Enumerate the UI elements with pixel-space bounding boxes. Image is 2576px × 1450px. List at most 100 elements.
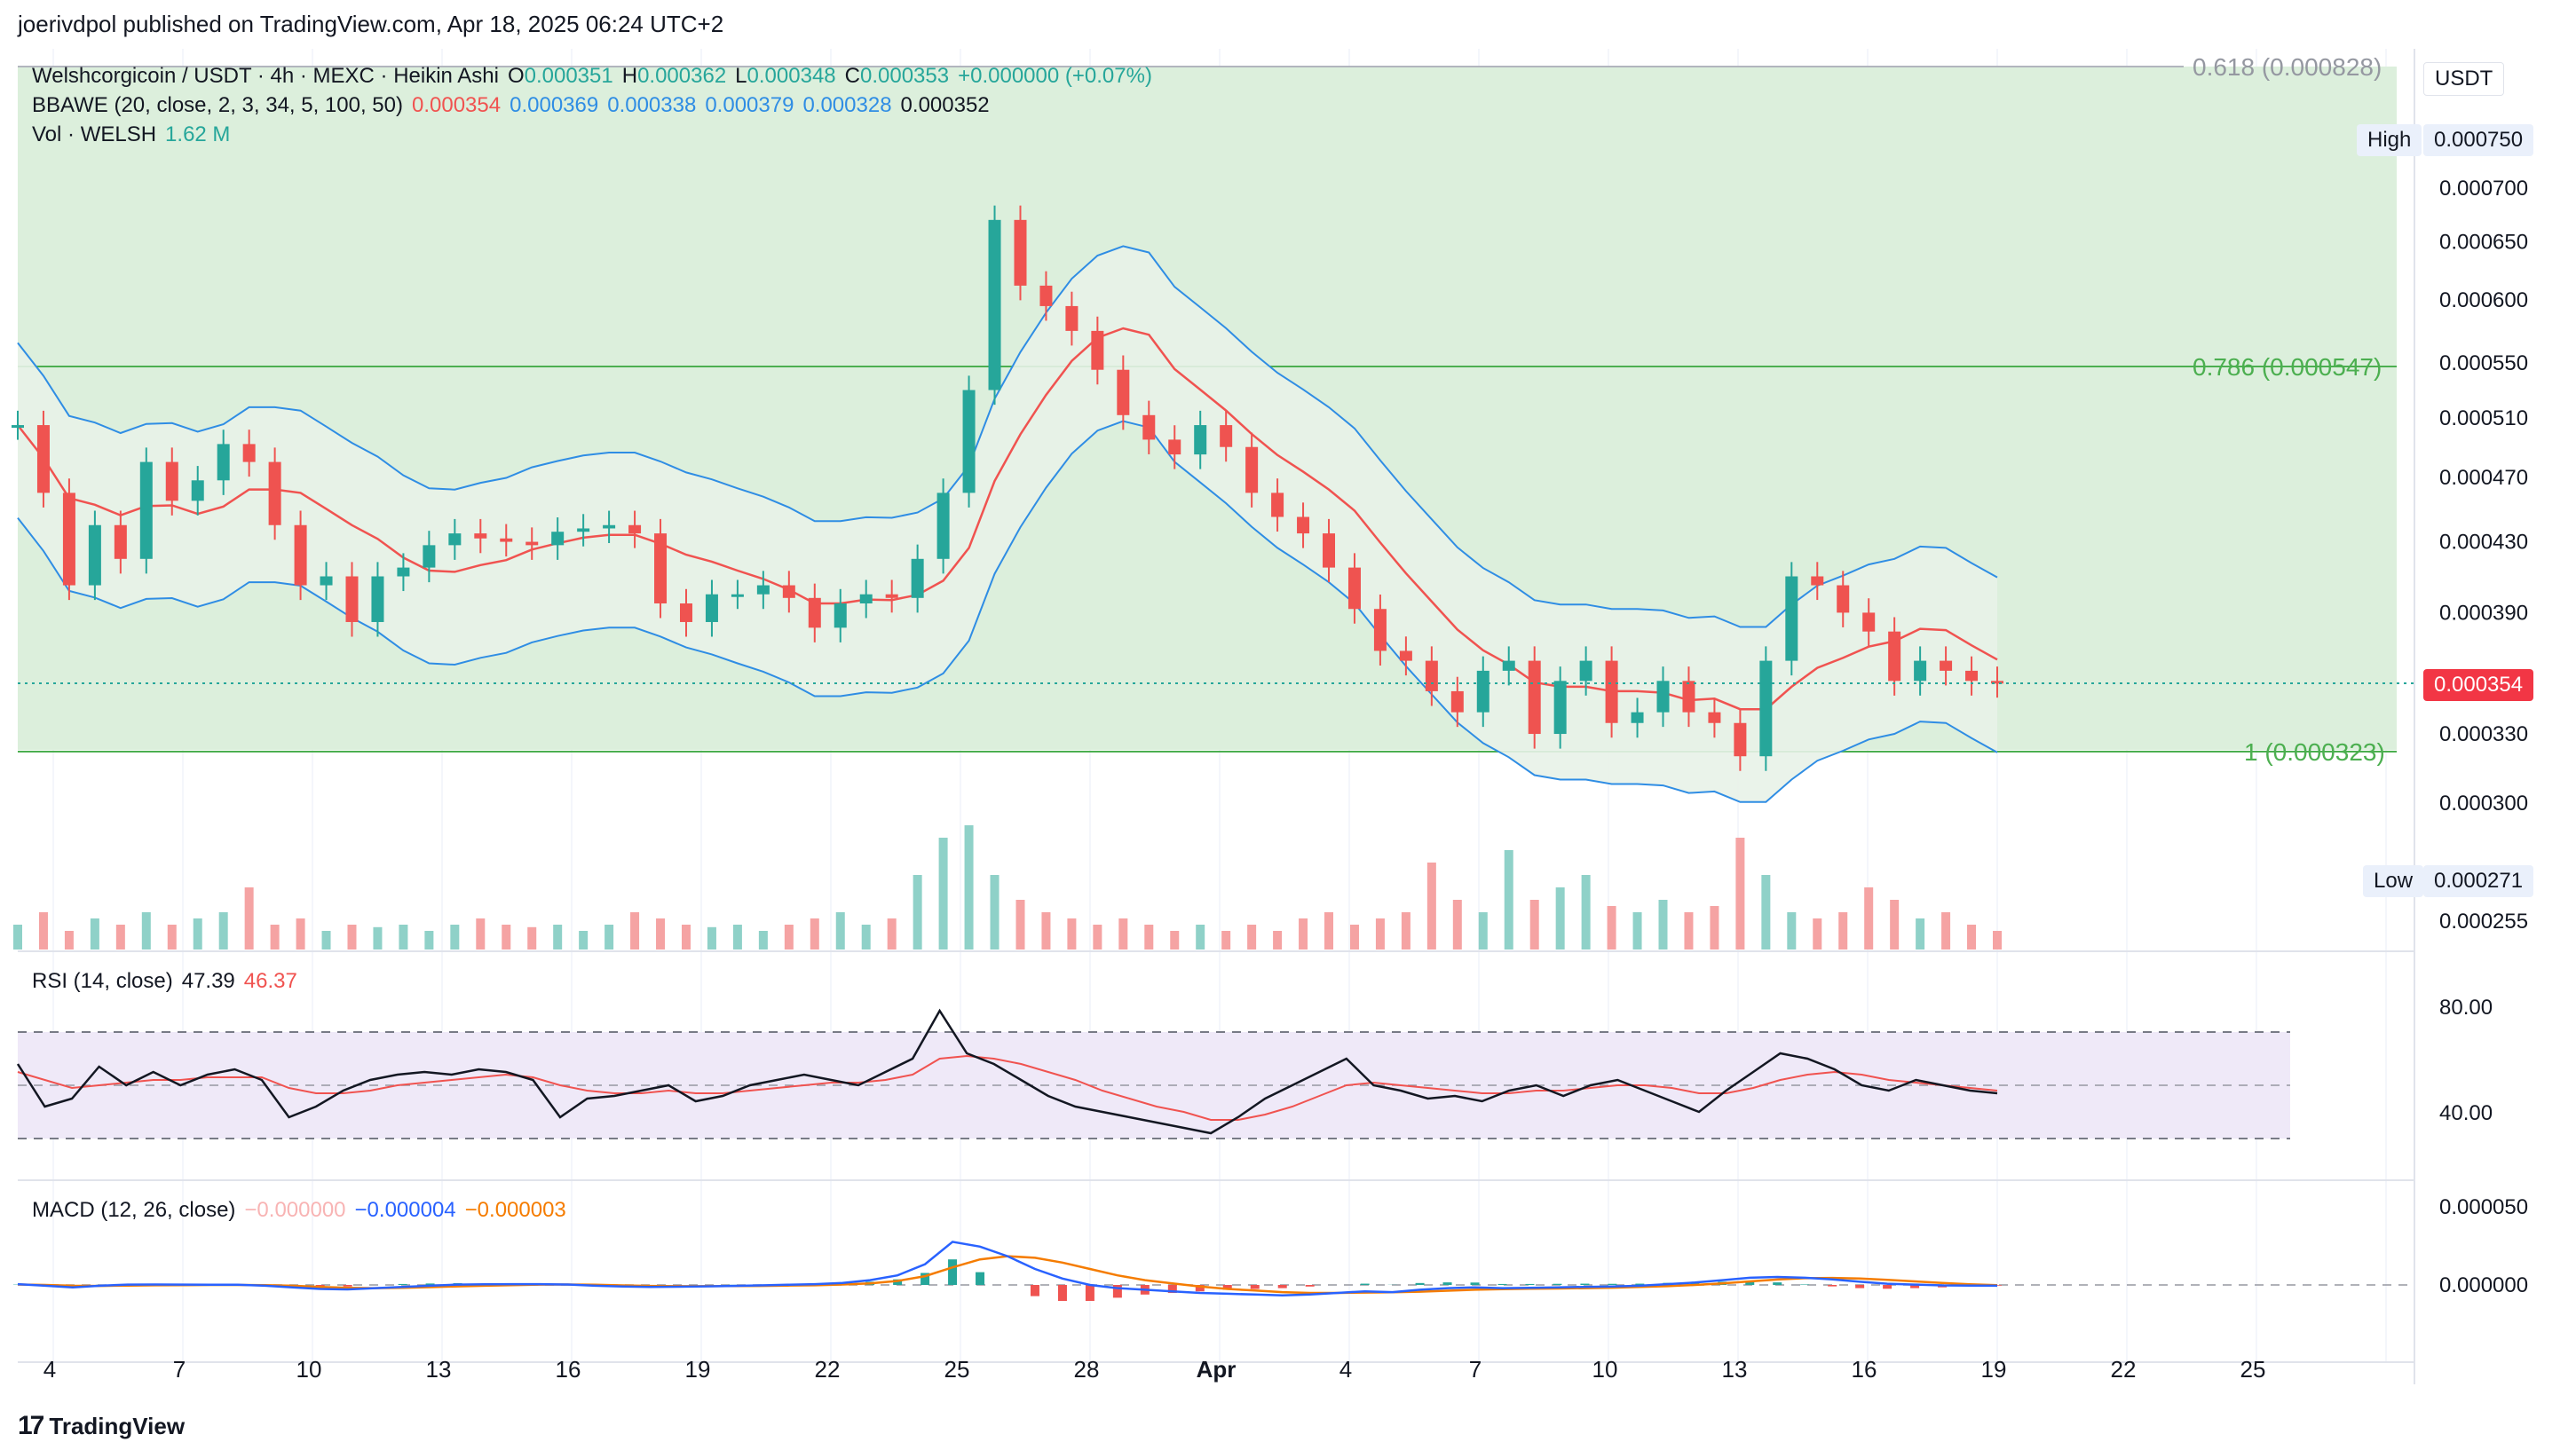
candle-body	[1553, 681, 1567, 735]
price-tick: 0.000300	[2439, 792, 2528, 816]
candle-body	[1399, 650, 1412, 661]
candle-body	[1888, 631, 1901, 682]
candle-body	[500, 538, 513, 542]
tradingview-logo-icon: 17	[18, 1411, 44, 1440]
macd-histogram-bar	[1608, 1283, 1617, 1285]
volume-bar	[835, 912, 845, 950]
candle-body	[1450, 690, 1464, 713]
volume-bar	[115, 925, 125, 950]
volume-bars	[13, 825, 2002, 950]
volume-bar	[450, 925, 460, 950]
volume-bar	[553, 925, 563, 950]
candle-body	[1579, 660, 1592, 682]
candle-body	[577, 528, 590, 532]
currency-button[interactable]: USDT	[2423, 62, 2505, 96]
macd-histogram-bar	[1553, 1283, 1562, 1285]
volume-bar	[1838, 912, 1848, 950]
volume-bar	[13, 925, 22, 950]
volume-bar	[681, 925, 691, 950]
macd-histogram-bar	[1800, 1284, 1810, 1285]
time-tick: 4	[43, 1356, 56, 1383]
price-tick: 0.000470	[2439, 466, 2528, 490]
candle-body	[911, 558, 924, 598]
price-tick: 0.000255	[2439, 910, 2528, 934]
candle-body	[1245, 446, 1259, 493]
price-tick: 0.000550	[2439, 351, 2528, 375]
candle-body	[679, 603, 692, 622]
candle-body	[1014, 219, 1027, 286]
macd-histogram-bar	[1828, 1285, 1837, 1287]
volume-bar	[1504, 850, 1513, 950]
macd-histogram-bar	[1415, 1282, 1425, 1285]
volume-bar	[270, 925, 280, 950]
volume-bar	[502, 925, 511, 950]
volume-bar	[1478, 912, 1488, 950]
volume-bar	[1581, 875, 1591, 950]
volume-bar	[1632, 912, 1642, 950]
candle-body	[88, 524, 101, 586]
candle-body	[242, 444, 256, 462]
candle-body	[1091, 330, 1104, 370]
candle-body	[1502, 660, 1515, 671]
volume-bar	[1093, 925, 1102, 950]
tradingview-brand: TradingView	[49, 1412, 186, 1439]
chart-canvas[interactable]: 0.000700 0.000650 0.000600 0.000550 0.000510…	[0, 0, 2576, 1450]
volume-bar	[579, 931, 589, 950]
volume-bar	[1015, 900, 1025, 950]
macd-histogram-bar	[1305, 1285, 1315, 1287]
volume-bar	[38, 912, 48, 950]
candle-body	[1759, 660, 1773, 757]
candle-body	[397, 567, 410, 577]
price-tick: 0.000510	[2439, 406, 2528, 430]
volume-bar	[1041, 912, 1051, 950]
macd-histogram-bar	[1057, 1285, 1067, 1301]
volume-bar	[193, 918, 202, 950]
volume-bar	[1324, 912, 1334, 950]
macd-histogram-bar	[1525, 1283, 1535, 1285]
candle-body	[834, 603, 847, 628]
tradingview-logo[interactable]: 17 TradingView	[18, 1411, 185, 1441]
volume-bar	[64, 931, 74, 950]
candle-body	[1425, 660, 1438, 691]
candle-body	[268, 461, 281, 525]
candle-body	[423, 545, 436, 568]
volume-bar	[167, 925, 177, 950]
macd-histogram-bar	[948, 1259, 958, 1285]
volume-bar	[1170, 931, 1180, 950]
fib-1-label: 1 (0.000323)	[2244, 738, 2385, 766]
volume-bar	[630, 912, 640, 950]
rsi-tick: 40.00	[2439, 1101, 2493, 1125]
volume-bar	[938, 838, 948, 950]
volume-bar	[424, 931, 434, 950]
candle-body	[1656, 681, 1670, 713]
volume-bar	[1118, 918, 1128, 950]
candle-body	[114, 524, 127, 559]
time-tick: 10	[296, 1356, 322, 1383]
volume-bar	[1607, 906, 1616, 950]
candle-body	[1708, 712, 1721, 723]
price-tick: 0.000390	[2439, 601, 2528, 625]
time-tick: 13	[426, 1356, 452, 1383]
macd-lines	[13, 1241, 2002, 1301]
price-tick: 0.000430	[2439, 531, 2528, 555]
macd-histogram-bar	[343, 1285, 352, 1287]
volume-bar	[1684, 912, 1694, 950]
time-tick: 13	[1722, 1356, 1748, 1383]
candle-body	[705, 594, 718, 622]
macd-histogram-bar	[1250, 1285, 1260, 1289]
candle-body	[962, 390, 976, 493]
macd-histogram-bar	[1580, 1283, 1590, 1285]
low-value: 0.000348	[747, 64, 836, 88]
volume-bar	[244, 887, 254, 950]
candle-body	[1734, 722, 1747, 757]
volume-bar	[1452, 900, 1462, 950]
rsi-legend: RSI (14, close) 47.39 46.37	[32, 969, 297, 993]
open-value: 0.000351	[524, 64, 613, 88]
candle-body	[628, 524, 642, 534]
volume-bar	[1967, 925, 1977, 950]
candle-body	[808, 597, 821, 628]
time-tick: 28	[1074, 1356, 1100, 1383]
candle-body	[1373, 609, 1387, 651]
time-tick: 4	[1339, 1356, 1352, 1383]
time-tick: 16	[1852, 1356, 1877, 1383]
